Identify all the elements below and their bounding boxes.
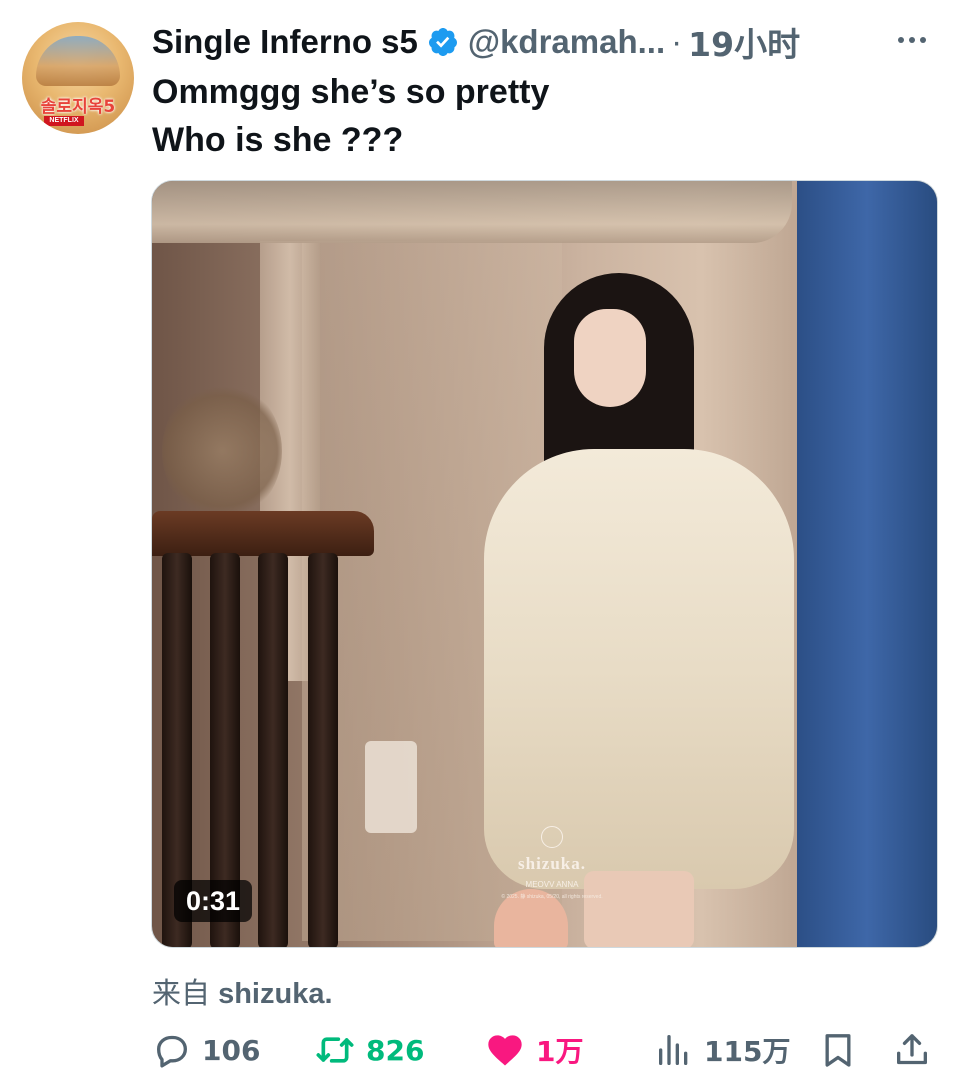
more-dot xyxy=(920,37,926,43)
bookmark-icon xyxy=(825,1034,851,1067)
bar-chart-icon xyxy=(659,1035,688,1065)
more-dot xyxy=(909,37,915,43)
views-button[interactable]: 115万 xyxy=(654,1025,790,1075)
retweet-button[interactable]: 826 xyxy=(314,1025,424,1075)
source-prefix: 来自 xyxy=(152,976,211,1010)
verified-badge-icon xyxy=(427,26,459,58)
avatar-show-logo: 솔로지옥5 xyxy=(40,97,116,117)
watermark-brand: shizuka. xyxy=(518,854,586,873)
tweet-text-line: Who is she ??? xyxy=(152,121,404,159)
watermark-copyright: © 2025. 静 shizuka, 05/20, all rights res… xyxy=(501,894,603,900)
media-banister-rail xyxy=(152,511,374,556)
video-source-attribution: 来自 shizuka. xyxy=(152,970,333,1012)
media-person-face xyxy=(574,309,646,407)
retweet-count: 826 xyxy=(366,1033,425,1067)
watermark-subtitle: MEOVV ANNA xyxy=(525,880,579,889)
heart-icon xyxy=(488,1035,522,1066)
media-watermark: shizuka. MEOVV ANNA © 2025. 静 shizuka, 0… xyxy=(482,826,622,900)
tweet-text: Ommggg she’s so pretty Who is she ??? xyxy=(152,68,549,164)
media-blue-doorframe xyxy=(797,181,937,947)
avatar-cast-photo xyxy=(36,36,120,86)
video-duration-badge: 0:31 xyxy=(174,880,253,922)
account-avatar[interactable]: 솔로지옥5 NETFLIX xyxy=(22,22,134,134)
tweet-header: Single Inferno s5 @kdramah... · 19小时 xyxy=(152,20,800,64)
media-lamp xyxy=(152,181,792,243)
bookmark-button[interactable] xyxy=(818,1025,858,1075)
media-plant xyxy=(162,381,282,521)
retweet-arrows-icon xyxy=(316,1037,354,1063)
tweet-timestamp[interactable]: 19小时 xyxy=(688,18,800,66)
header-separator: · xyxy=(671,23,683,60)
video-player[interactable]: shizuka. MEOVV ANNA © 2025. 静 shizuka, 0… xyxy=(151,180,938,948)
media-person-dress xyxy=(484,449,794,889)
like-button[interactable]: 1万 xyxy=(484,1025,583,1075)
media-wall-fixture xyxy=(365,741,417,833)
reply-count: 106 xyxy=(202,1033,261,1067)
account-handle[interactable]: @kdramah... xyxy=(468,23,665,61)
share-upload-icon xyxy=(897,1034,927,1065)
more-dots-icon[interactable] xyxy=(892,28,932,52)
share-button[interactable] xyxy=(892,1025,932,1075)
reply-button[interactable]: 106 xyxy=(152,1025,260,1075)
tweet-action-bar: 106 826 1万 115万 xyxy=(152,1025,942,1075)
more-dot xyxy=(898,37,904,43)
media-baluster xyxy=(308,553,338,947)
tweet-text-line: Ommggg she’s so pretty xyxy=(152,73,550,111)
avatar-netflix-logo: NETFLIX xyxy=(44,116,84,126)
account-name[interactable]: Single Inferno s5 xyxy=(152,23,418,61)
views-count: 115万 xyxy=(704,1035,791,1068)
like-count: 1万 xyxy=(536,1035,584,1068)
source-account-link[interactable]: shizuka. xyxy=(218,978,332,1010)
reply-bubble-icon xyxy=(157,1035,187,1068)
watermark-logo-icon xyxy=(541,826,563,848)
media-baluster xyxy=(258,553,288,947)
